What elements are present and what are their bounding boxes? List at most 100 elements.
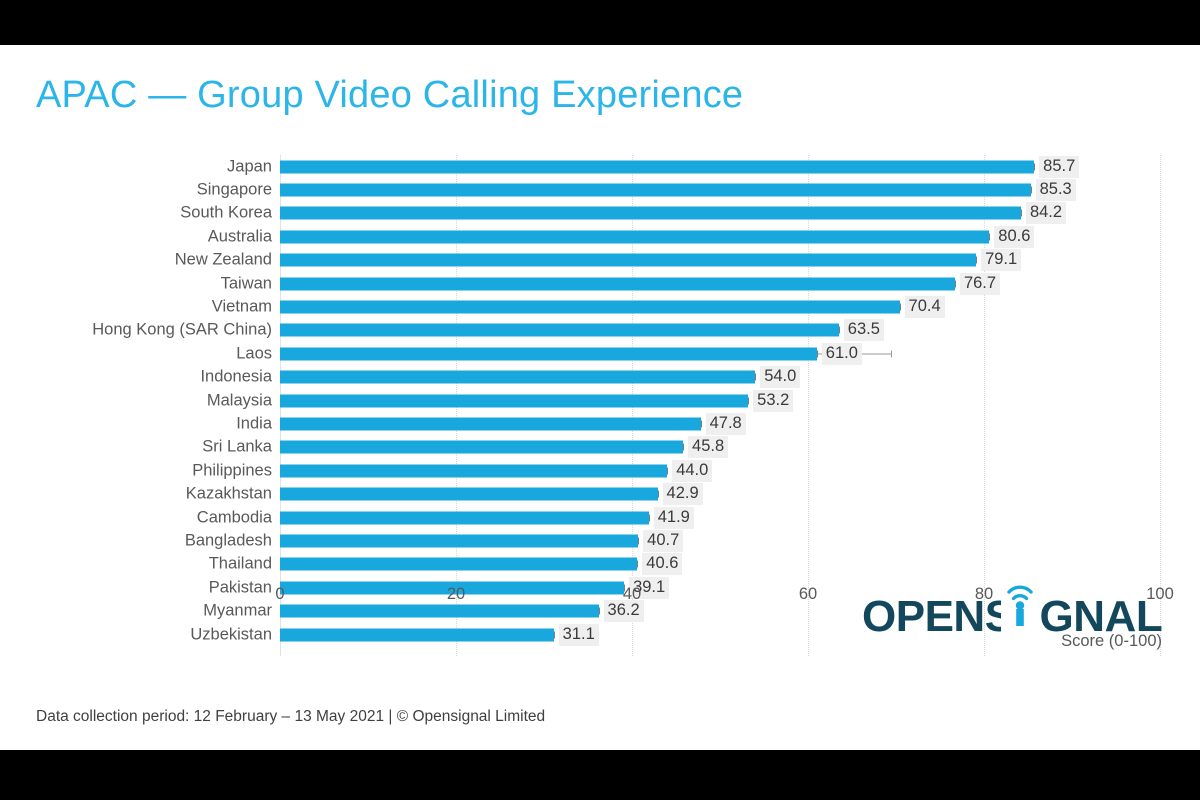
bar-cap bbox=[755, 373, 757, 381]
bar-value-label: 40.6 bbox=[642, 553, 683, 576]
chart-row: Vietnam 70.4 bbox=[0, 295, 1200, 319]
category-label: Sri Lanka bbox=[202, 437, 272, 456]
chart-row: Indonesia 54.0 bbox=[0, 366, 1200, 389]
bar-cap bbox=[976, 256, 978, 264]
bar-value-label: 53.2 bbox=[753, 389, 794, 412]
bar-value-label: 85.7 bbox=[1039, 155, 1080, 178]
category-label: Bangladesh bbox=[184, 531, 272, 550]
category-label: Cambodia bbox=[196, 508, 272, 527]
bar-value-label: 61.0 bbox=[821, 342, 862, 365]
letterbox-bottom bbox=[0, 750, 1200, 800]
bar-cap bbox=[748, 397, 750, 405]
slide-canvas: APAC — Group Video Calling Experience Ja… bbox=[0, 45, 1200, 750]
category-label: Indonesia bbox=[200, 367, 272, 386]
chart-row: Laos 61.0 bbox=[0, 342, 1200, 365]
chart-row: India 47.8 bbox=[0, 412, 1200, 436]
bar bbox=[280, 628, 554, 642]
category-label: Laos bbox=[236, 344, 272, 363]
chart-row: Australia 80.6 bbox=[0, 225, 1200, 248]
bar-value-label: 79.1 bbox=[981, 249, 1022, 272]
category-label: Taiwan bbox=[220, 274, 272, 293]
x-tick-label: 60 bbox=[798, 585, 818, 603]
letterbox-top bbox=[0, 0, 1200, 45]
category-label: Vietnam bbox=[211, 297, 272, 316]
bar bbox=[280, 206, 1021, 220]
bar-value-label: 47.8 bbox=[705, 413, 746, 436]
bar-value-label: 85.3 bbox=[1035, 179, 1076, 202]
bar-cap bbox=[1034, 163, 1036, 171]
bar-cap bbox=[683, 443, 685, 451]
chart-row: Taiwan 76.7 bbox=[0, 272, 1200, 295]
signal-tower-icon bbox=[1007, 585, 1033, 626]
bar bbox=[280, 347, 817, 361]
bar bbox=[280, 417, 701, 431]
chart-row: Japan 85.7 bbox=[0, 155, 1200, 178]
category-label: Australia bbox=[207, 227, 272, 246]
bar-cap bbox=[838, 326, 840, 334]
bar-value-label: 80.6 bbox=[994, 225, 1035, 248]
bar-value-label: 84.2 bbox=[1025, 202, 1067, 225]
logo-text-after: GNAL bbox=[1039, 592, 1163, 641]
bar-cap bbox=[899, 303, 901, 311]
page-title: APAC — Group Video Calling Experience bbox=[36, 74, 744, 116]
chart-row: Hong Kong (SAR China) 63.5 bbox=[0, 319, 1200, 342]
bar bbox=[280, 370, 756, 384]
category-label: Thailand bbox=[208, 554, 272, 573]
category-label: New Zealand bbox=[174, 250, 272, 269]
category-label: Japan bbox=[227, 157, 272, 176]
bar-value-label: 44.0 bbox=[672, 459, 713, 482]
bar-cap bbox=[954, 280, 956, 288]
bar-value-label: 42.9 bbox=[662, 483, 703, 506]
bar-value-label: 70.4 bbox=[904, 296, 945, 319]
bar-cap bbox=[648, 514, 650, 522]
bar-cap bbox=[553, 631, 555, 639]
bar-cap bbox=[1030, 186, 1032, 194]
bar bbox=[280, 534, 639, 548]
bar-cap bbox=[638, 537, 640, 545]
bar-cap bbox=[657, 490, 659, 498]
bar-cap bbox=[637, 560, 639, 568]
bar-cap bbox=[989, 233, 991, 241]
bar bbox=[280, 230, 990, 244]
bar-cap bbox=[667, 467, 669, 475]
opensignal-logo: OPENS GNAL bbox=[862, 578, 1163, 641]
category-label: Kazakhstan bbox=[185, 484, 272, 503]
category-label: India bbox=[236, 414, 272, 433]
bar-value-label: 63.5 bbox=[843, 319, 884, 342]
footer-note: Data collection period: 12 February – 13… bbox=[36, 708, 546, 725]
category-label: Uzbekistan bbox=[190, 625, 272, 644]
bar bbox=[280, 440, 684, 454]
bar-value-label: 45.8 bbox=[688, 436, 729, 459]
chart-row: Singapore 85.3 bbox=[0, 178, 1200, 202]
bar bbox=[280, 253, 977, 267]
chart-row: Philippines 44.0 bbox=[0, 459, 1200, 482]
bar bbox=[280, 557, 638, 571]
chart-row: Malaysia 53.2 bbox=[0, 389, 1200, 412]
bar bbox=[280, 277, 955, 291]
chart-row: Sri Lanka 45.8 bbox=[0, 436, 1200, 459]
category-label: Hong Kong (SAR China) bbox=[92, 320, 272, 339]
category-label: South Korea bbox=[180, 203, 272, 222]
category-label: Philippines bbox=[192, 461, 272, 480]
bar-value-label: 76.7 bbox=[959, 272, 1001, 295]
bar bbox=[280, 464, 668, 478]
bar bbox=[280, 300, 900, 314]
chart-row: South Korea 84.2 bbox=[0, 202, 1200, 225]
bar bbox=[280, 323, 839, 337]
bar-value-label: 41.9 bbox=[653, 506, 694, 529]
slide-frame: APAC — Group Video Calling Experience Ja… bbox=[0, 0, 1200, 800]
bar-cap bbox=[816, 350, 818, 358]
chart-row: Cambodia 41.9 bbox=[0, 506, 1200, 529]
category-label: Malaysia bbox=[206, 391, 272, 410]
logo-text-before: OPENS bbox=[862, 592, 1014, 641]
bar bbox=[280, 160, 1035, 174]
chart-row: Thailand 40.6 bbox=[0, 553, 1200, 576]
error-bar-cap bbox=[890, 350, 892, 358]
chart-row: Kazakhstan 42.9 bbox=[0, 483, 1200, 506]
bar-value-label: 31.1 bbox=[558, 623, 599, 646]
bar-cap bbox=[1020, 209, 1022, 217]
category-label: Singapore bbox=[196, 180, 272, 199]
bar-cap bbox=[700, 420, 702, 428]
bar bbox=[280, 183, 1031, 197]
x-tick-label: 20 bbox=[446, 585, 466, 603]
